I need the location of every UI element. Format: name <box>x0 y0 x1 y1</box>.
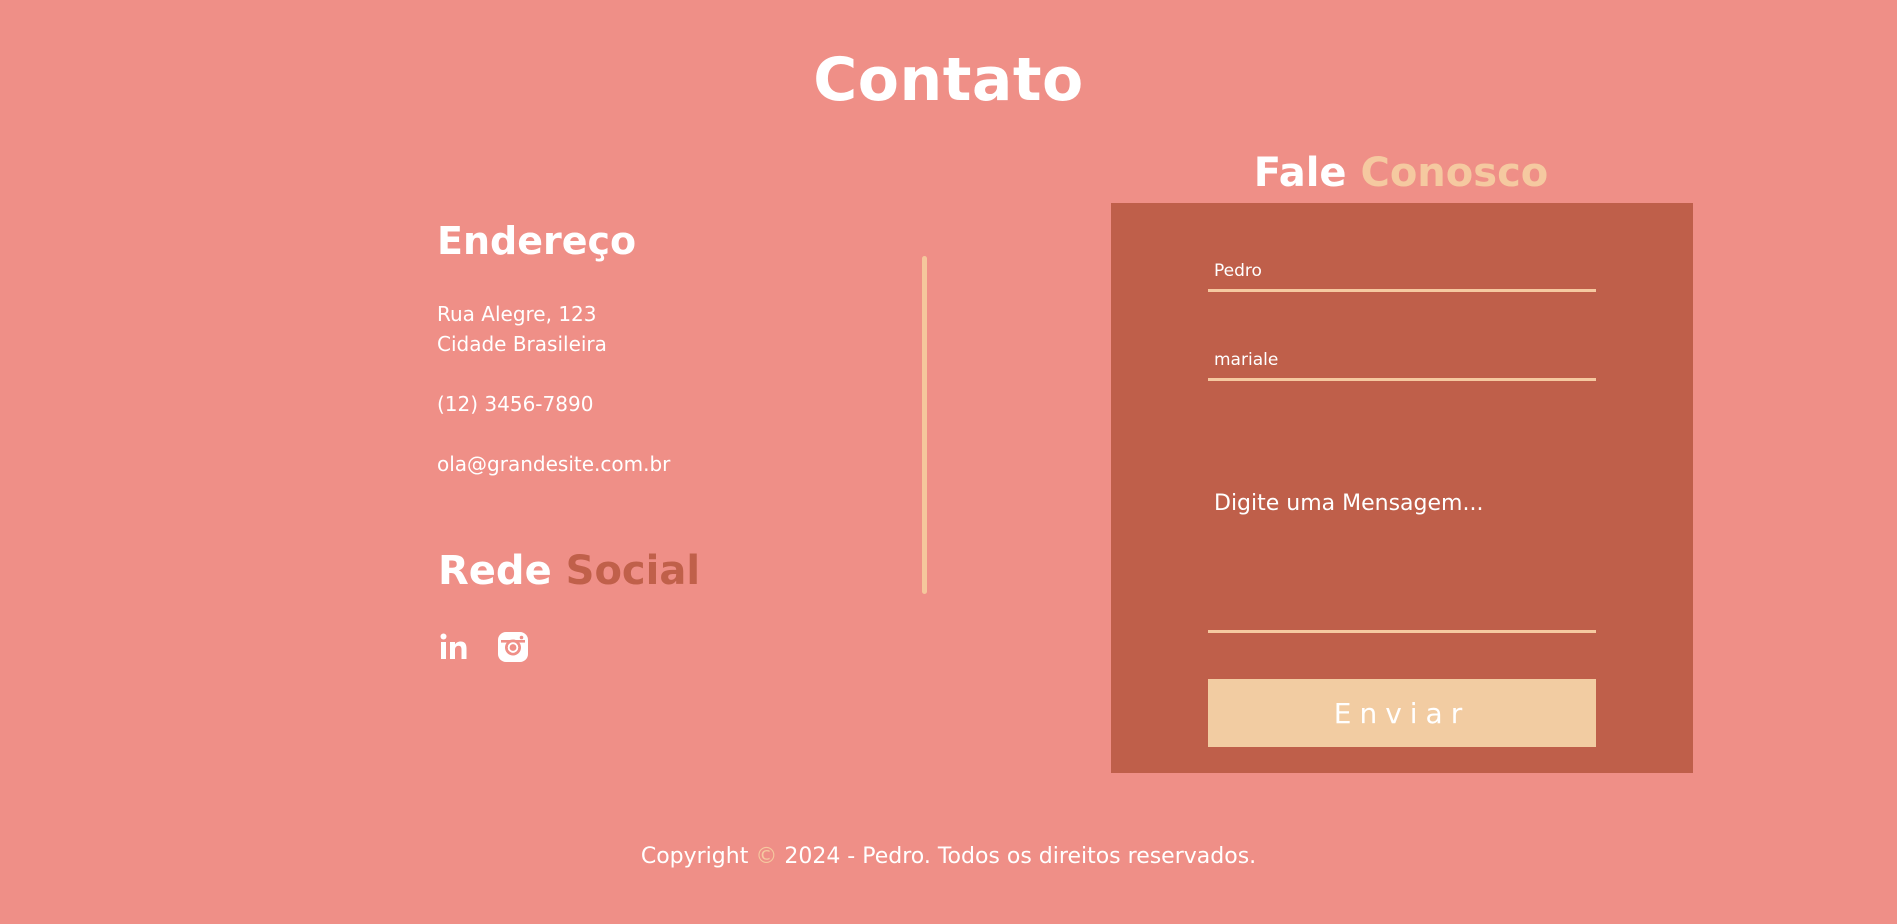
send-button[interactable]: Enviar <box>1208 679 1596 747</box>
instagram-icon[interactable] <box>496 630 530 664</box>
name-input[interactable] <box>1208 258 1596 292</box>
footer-prefix: Copyright <box>640 844 749 869</box>
social-heading-first: Rede <box>438 548 552 594</box>
social-icons <box>437 630 530 664</box>
email-input[interactable] <box>1208 347 1596 381</box>
form-heading-first: Fale <box>1253 150 1347 196</box>
address-street: Rua Alegre, 123 <box>437 302 597 326</box>
form-heading: Fale Conosco <box>1111 148 1691 198</box>
social-heading-accent: Social <box>565 548 701 594</box>
email-address: ola@grandesite.com.br <box>437 452 671 476</box>
message-textarea[interactable] <box>1208 483 1596 633</box>
address-heading: Endereço <box>437 219 637 263</box>
social-heading: Rede Social <box>438 546 700 596</box>
address-city: Cidade Brasileira <box>437 332 607 356</box>
page-title: Contato <box>813 45 1084 115</box>
form-heading-accent: Conosco <box>1360 150 1549 196</box>
linkedin-icon[interactable] <box>437 630 471 664</box>
phone-number: (12) 3456-7890 <box>437 392 594 416</box>
section-divider <box>922 256 927 594</box>
copyright-symbol: © <box>755 844 778 869</box>
footer-suffix: 2024 - Pedro. Todos os direitos reservad… <box>784 844 1257 869</box>
footer-copyright: Copyright © 2024 - Pedro. Todos os direi… <box>0 842 1897 872</box>
contact-form: Enviar <box>1111 203 1693 773</box>
